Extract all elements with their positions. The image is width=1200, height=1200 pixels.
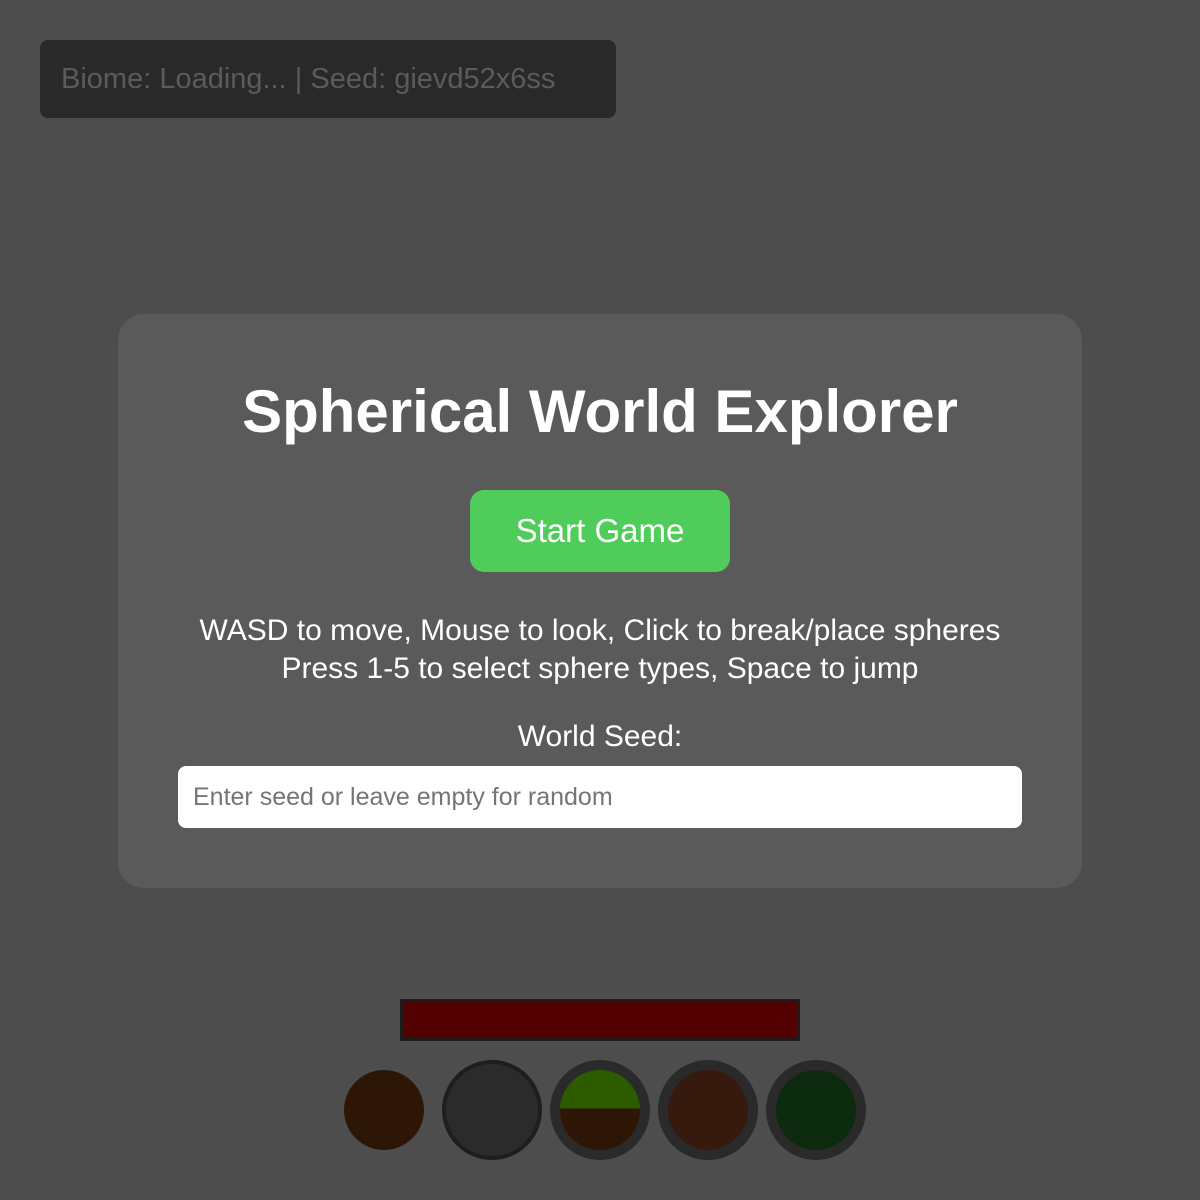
start-menu-panel: Spherical World Explorer Start Game WASD… (118, 314, 1082, 888)
hotbar-slot-4-wood-sphere[interactable] (658, 1060, 758, 1160)
instructions-line-1: WASD to move, Mouse to look, Click to br… (199, 614, 1001, 647)
health-bar-fill (403, 1002, 797, 1038)
start-game-button[interactable]: Start Game (470, 490, 730, 572)
world-seed-label: World Seed: (517, 720, 683, 753)
hotbar-slot-5-leaves-sphere[interactable] (766, 1060, 866, 1160)
instructions: WASD to move, Mouse to look, Click to br… (118, 612, 1082, 688)
game-title: Spherical World Explorer (242, 378, 958, 445)
hotbar-slot-1-dirt-sphere[interactable] (344, 1070, 424, 1150)
hud-info-bar: Biome: Loading... | Seed: gievd52x6ss (40, 40, 616, 118)
world-seed-input[interactable] (178, 766, 1022, 828)
health-bar (400, 999, 800, 1041)
instructions-line-2: Press 1-5 to select sphere types, Space … (281, 652, 919, 685)
hotbar-slot-3-grass-sphere[interactable] (550, 1060, 650, 1160)
hotbar-slot-2-stone-sphere[interactable] (442, 1060, 542, 1160)
